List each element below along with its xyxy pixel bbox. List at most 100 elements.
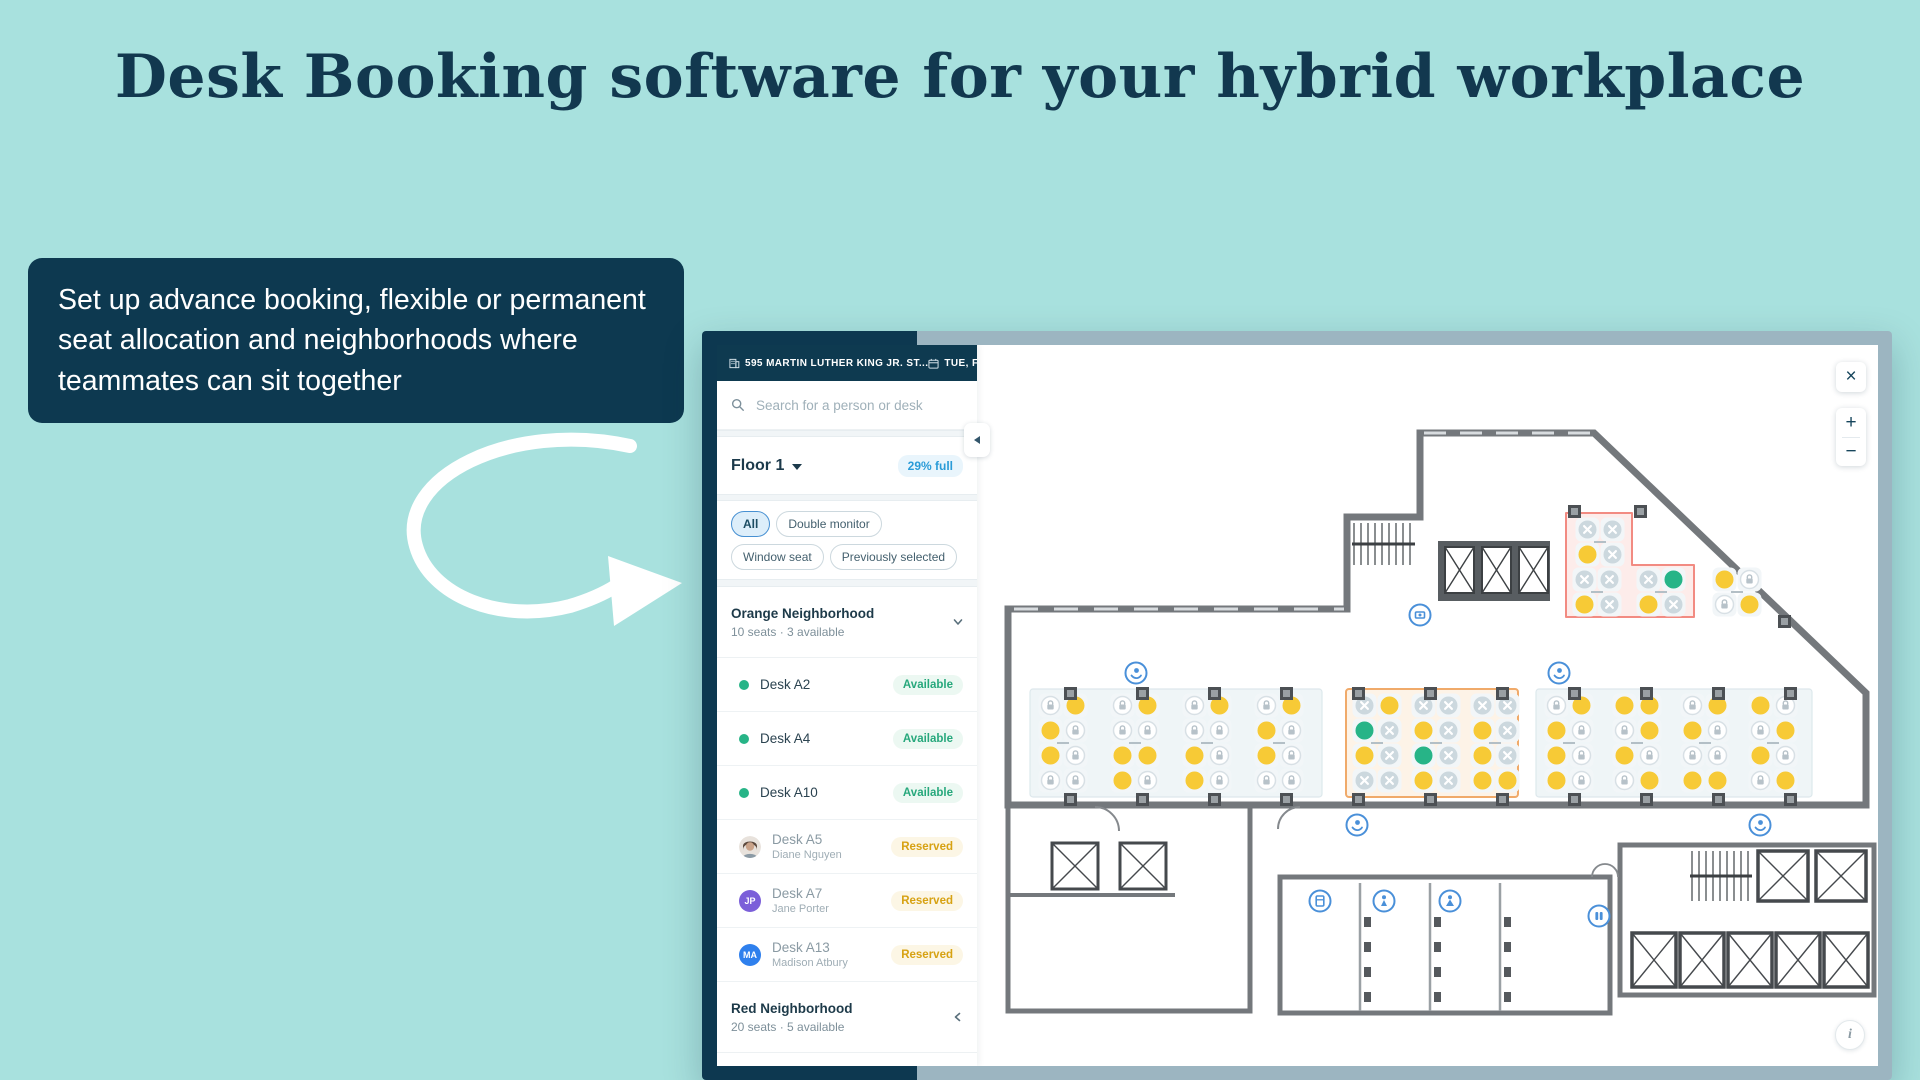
desk-seat-x[interactable]: [1576, 518, 1600, 542]
desk-seat-x[interactable]: [1598, 593, 1622, 617]
desk-row-desk-a7[interactable]: JPDesk A7Jane PorterReserved: [717, 874, 977, 928]
desk-seat-lock[interactable]: [1208, 744, 1232, 768]
desk-seat-yellow[interactable]: [1255, 744, 1279, 768]
desk-seat-yellow[interactable]: [1706, 769, 1730, 793]
desk-seat-yellow[interactable]: [1255, 719, 1279, 743]
desk-seat-lock[interactable]: [1738, 568, 1762, 592]
desk-seat-yellow[interactable]: [1713, 568, 1737, 592]
desk-seat-yellow[interactable]: [1039, 744, 1063, 768]
desk-seat-x[interactable]: [1353, 769, 1377, 793]
desk-seat-lock[interactable]: [1570, 769, 1594, 793]
desk-seat-yellow[interactable]: [1681, 769, 1705, 793]
desk-seat-yellow[interactable]: [1681, 719, 1705, 743]
desk-seat-lock[interactable]: [1183, 694, 1207, 718]
desk-seat-green[interactable]: [1662, 568, 1686, 592]
desk-seat-lock[interactable]: [1280, 744, 1304, 768]
floorplan-map[interactable]: × + − i: [977, 345, 1878, 1066]
desk-seat-lock[interactable]: [1749, 769, 1773, 793]
desk-seat-lock[interactable]: [1613, 769, 1637, 793]
desk-row-desk-a13[interactable]: MADesk A13Madison AtburyReserved: [717, 928, 977, 982]
desk-seat-x[interactable]: [1601, 543, 1625, 567]
neighborhood-header-orange-neighborhood[interactable]: Orange Neighborhood10 seats · 3 availabl…: [717, 587, 977, 658]
zoom-in-button[interactable]: +: [1836, 409, 1866, 437]
desk-seat-x[interactable]: [1598, 568, 1622, 592]
filter-chip-double-monitor[interactable]: Double monitor: [776, 511, 881, 537]
desk-seat-x[interactable]: [1378, 769, 1402, 793]
desk-seat-yellow[interactable]: [1471, 719, 1495, 743]
desk-seat-lock[interactable]: [1136, 719, 1160, 743]
desk-seat-lock[interactable]: [1208, 769, 1232, 793]
desk-seat-yellow[interactable]: [1471, 769, 1495, 793]
desk-seat-lock[interactable]: [1111, 719, 1135, 743]
desk-seat-yellow[interactable]: [1545, 769, 1569, 793]
desk-seat-lock[interactable]: [1136, 769, 1160, 793]
desk-seat-lock[interactable]: [1039, 769, 1063, 793]
desk-seat-yellow[interactable]: [1183, 769, 1207, 793]
desk-seat-yellow[interactable]: [1573, 593, 1597, 617]
desk-seat-x[interactable]: [1496, 744, 1520, 768]
date-selector[interactable]: TUE, FEB 2: [928, 358, 977, 369]
desk-seat-x[interactable]: [1437, 769, 1461, 793]
desk-seat-green[interactable]: [1353, 719, 1377, 743]
desk-seat-yellow[interactable]: [1576, 543, 1600, 567]
desk-seat-lock[interactable]: [1749, 719, 1773, 743]
desk-seat-yellow[interactable]: [1545, 744, 1569, 768]
info-button[interactable]: i: [1835, 1020, 1865, 1050]
desk-seat-yellow[interactable]: [1412, 719, 1436, 743]
desk-seat-lock[interactable]: [1570, 744, 1594, 768]
sidebar-collapse-handle[interactable]: [964, 423, 990, 457]
close-button[interactable]: ×: [1836, 362, 1866, 392]
desk-seat-lock[interactable]: [1706, 744, 1730, 768]
desk-seat-yellow[interactable]: [1613, 744, 1637, 768]
desk-seat-x[interactable]: [1601, 518, 1625, 542]
desk-seat-yellow[interactable]: [1638, 769, 1662, 793]
search-input[interactable]: [754, 397, 958, 414]
filter-chip-window-seat[interactable]: Window seat: [731, 544, 824, 570]
desk-row-desk-a10[interactable]: Desk A10Available: [717, 766, 977, 820]
floor-selector[interactable]: Floor 1: [731, 457, 802, 475]
desk-row-desk-a4[interactable]: Desk A4Available: [717, 712, 977, 766]
desk-seat-yellow[interactable]: [1613, 694, 1637, 718]
desk-seat-x[interactable]: [1378, 719, 1402, 743]
neighborhood-header-yellow-neighborhood[interactable]: Yellow Neighborhood20 seats · 3 availabl…: [717, 1053, 977, 1066]
desk-seat-lock[interactable]: [1064, 719, 1088, 743]
desk-seat-yellow[interactable]: [1378, 694, 1402, 718]
desk-seat-yellow[interactable]: [1637, 593, 1661, 617]
desk-seat-lock[interactable]: [1774, 744, 1798, 768]
desk-seat-yellow[interactable]: [1749, 694, 1773, 718]
desk-seat-lock[interactable]: [1681, 694, 1705, 718]
desk-seat-x[interactable]: [1637, 568, 1661, 592]
desk-seat-lock[interactable]: [1280, 769, 1304, 793]
neighborhood-header-red-neighborhood[interactable]: Red Neighborhood20 seats · 5 available: [717, 982, 977, 1053]
desk-seat-x[interactable]: [1378, 744, 1402, 768]
desk-seat-yellow[interactable]: [1471, 744, 1495, 768]
desk-seat-lock[interactable]: [1064, 769, 1088, 793]
desk-seat-green[interactable]: [1412, 744, 1436, 768]
desk-seat-yellow[interactable]: [1039, 719, 1063, 743]
desk-seat-yellow[interactable]: [1545, 719, 1569, 743]
desk-seat-lock[interactable]: [1280, 719, 1304, 743]
desk-seat-yellow[interactable]: [1774, 769, 1798, 793]
desk-seat-lock[interactable]: [1713, 593, 1737, 617]
desk-row-desk-a2[interactable]: Desk A2Available: [717, 658, 977, 712]
zoom-out-button[interactable]: −: [1836, 438, 1866, 466]
desk-seat-yellow[interactable]: [1412, 769, 1436, 793]
desk-seat-x[interactable]: [1496, 719, 1520, 743]
desk-seat-lock[interactable]: [1255, 769, 1279, 793]
desk-seat-lock[interactable]: [1638, 744, 1662, 768]
desk-seat-lock[interactable]: [1111, 694, 1135, 718]
desk-seat-yellow[interactable]: [1353, 744, 1377, 768]
desk-seat-yellow[interactable]: [1111, 769, 1135, 793]
filter-chip-all[interactable]: All: [731, 511, 770, 537]
desk-seat-lock[interactable]: [1681, 744, 1705, 768]
filter-chip-previously-selected[interactable]: Previously selected: [830, 544, 957, 570]
desk-seat-lock[interactable]: [1183, 719, 1207, 743]
desk-seat-lock[interactable]: [1039, 694, 1063, 718]
desk-seat-x[interactable]: [1437, 744, 1461, 768]
desk-seat-lock[interactable]: [1613, 719, 1637, 743]
desk-seat-x[interactable]: [1662, 593, 1686, 617]
desk-seat-x[interactable]: [1573, 568, 1597, 592]
desk-seat-yellow[interactable]: [1738, 593, 1762, 617]
desk-seat-x[interactable]: [1437, 719, 1461, 743]
desk-seat-yellow[interactable]: [1111, 744, 1135, 768]
